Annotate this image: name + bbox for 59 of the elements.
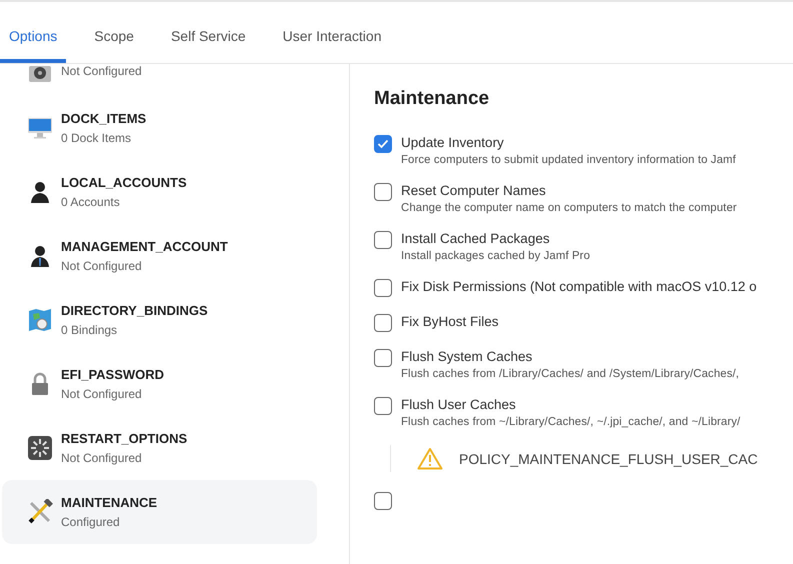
checkbox[interactable] bbox=[374, 314, 392, 332]
warning-icon bbox=[417, 447, 443, 470]
option-description: Force computers to submit updated inventory information to Jamf bbox=[401, 154, 736, 166]
tab[interactable]: Options bbox=[0, 28, 66, 63]
option-label: Fix Disk Permissions (Not compatible with macOS v10.12 o bbox=[401, 279, 757, 294]
tab[interactable]: User Interaction bbox=[274, 28, 390, 63]
item-title: LOCAL_ACCOUNTS bbox=[61, 175, 187, 190]
option-description: Install packages cached by Jamf Pro bbox=[401, 250, 590, 262]
option-description: Flush caches from ~/Library/Caches/, ~/.jpi_cache/, and ~/Library/ bbox=[401, 416, 740, 428]
item-status: 0 Dock Items bbox=[61, 131, 132, 145]
option-label: Reset Computer Names bbox=[401, 183, 547, 198]
item-title: MANAGEMENT_ACCOUNT bbox=[61, 239, 228, 254]
sidebar-item[interactable]: Not Configured bbox=[2, 64, 317, 88]
map-icon bbox=[28, 308, 52, 332]
option-label: Flush User Caches bbox=[401, 397, 517, 412]
item-title: EFI_PASSWORD bbox=[61, 367, 164, 382]
item-title: DIRECTORY_BINDINGS bbox=[61, 303, 208, 318]
person-silhouette-icon bbox=[29, 181, 51, 203]
item-status: 0 Bindings bbox=[61, 323, 118, 337]
checkbox[interactable] bbox=[374, 279, 392, 297]
tab[interactable]: Self Service bbox=[162, 28, 255, 63]
checkbox[interactable] bbox=[374, 349, 392, 367]
sidebar-item[interactable]: DIRECTORY_BINDINGS 0 Bindings bbox=[2, 288, 317, 352]
item-title: DOCK_ITEMS bbox=[61, 111, 146, 126]
tab[interactable]: Scope bbox=[85, 28, 143, 63]
option-description: Change the computer name on computers to match the computer bbox=[401, 202, 737, 214]
option-label: Fix ByHost Files bbox=[401, 314, 499, 329]
option-label: Flush System Caches bbox=[401, 349, 534, 364]
sidebar-item[interactable]: EFI_PASSWORD Not Configured bbox=[2, 352, 317, 416]
item-status: Not Configured bbox=[61, 259, 143, 273]
spinner-icon bbox=[28, 436, 52, 460]
item-status: Not Configured bbox=[61, 451, 143, 465]
item-status: 0 Accounts bbox=[61, 195, 121, 209]
sidebar-item[interactable]: MANAGEMENT_ACCOUNT Not Configured bbox=[2, 224, 317, 288]
warning-message: POLICY_MAINTENANCE_FLUSH_USER_CAC bbox=[459, 450, 758, 466]
option-label: Install Cached Packages bbox=[401, 231, 551, 246]
person-silhouette-icon bbox=[29, 245, 51, 267]
item-title: RESTART_OPTIONS bbox=[61, 431, 188, 446]
section-heading: Maintenance bbox=[374, 88, 490, 110]
sidebar-item[interactable]: RESTART_OPTIONS Not Configured bbox=[2, 416, 317, 480]
disk-drive-icon bbox=[28, 64, 52, 84]
checkbox[interactable] bbox=[374, 231, 392, 249]
hammer-and-wrench-icon bbox=[27, 499, 53, 525]
checkbox[interactable] bbox=[374, 492, 392, 510]
option-label: Update Inventory bbox=[401, 135, 505, 150]
padlock-icon bbox=[31, 372, 49, 396]
checkbox[interactable] bbox=[374, 135, 392, 153]
item-status: Configured bbox=[61, 515, 121, 529]
checkmark-icon bbox=[377, 139, 389, 149]
checkbox[interactable] bbox=[374, 397, 392, 415]
checkbox[interactable] bbox=[374, 183, 392, 201]
option-description: Flush caches from /Library/Caches/ and /System/Library/Caches/, bbox=[401, 368, 740, 380]
sidebar-item[interactable]: MAINTENANCE Configured bbox=[2, 480, 317, 544]
sidebar-item[interactable]: DOCK_ITEMS 0 Dock Items bbox=[2, 96, 317, 160]
item-status: Not Configured bbox=[61, 387, 143, 401]
item-status: Not Configured bbox=[61, 64, 142, 78]
monitor-icon bbox=[27, 117, 53, 139]
sidebar-item[interactable]: LOCAL_ACCOUNTS 0 Accounts bbox=[2, 160, 317, 224]
item-title: MAINTENANCE bbox=[61, 495, 158, 510]
